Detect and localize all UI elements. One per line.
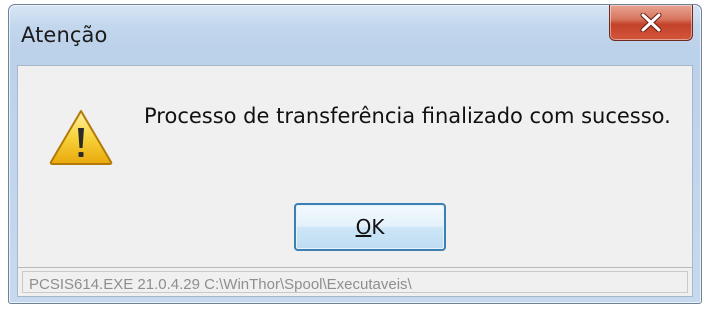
ok-button-label: OK — [355, 215, 385, 239]
ok-button[interactable]: OK — [294, 203, 446, 251]
warning-icon — [49, 110, 113, 165]
close-button[interactable] — [609, 5, 693, 41]
status-panel: PCSIS614.EXE 21.0.4.29 C:\WinThor\Spool\… — [22, 271, 688, 293]
window-title: Atenção — [21, 23, 108, 47]
dialog-window: Atenção Processo de transferência finali… — [8, 4, 702, 304]
status-bar: PCSIS614.EXE 21.0.4.29 C:\WinThor\Spool\… — [17, 267, 693, 297]
status-text: PCSIS614.EXE 21.0.4.29 C:\WinThor\Spool\… — [29, 276, 412, 293]
title-bar[interactable]: Atenção — [9, 5, 701, 65]
close-x-icon — [640, 13, 662, 32]
dialog-body: Processo de transferência finalizado com… — [17, 65, 693, 271]
message-text: Processo de transferência finalizado com… — [144, 104, 671, 128]
